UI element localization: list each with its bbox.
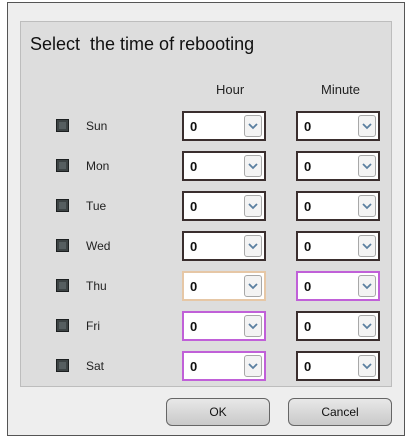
cancel-button[interactable]: Cancel bbox=[288, 398, 392, 426]
minute-select[interactable]: 0 bbox=[296, 231, 380, 261]
minute-value: 0 bbox=[304, 359, 312, 374]
chevron-down-icon[interactable] bbox=[358, 155, 376, 177]
checkbox-icon[interactable] bbox=[56, 239, 69, 252]
chevron-down-icon[interactable] bbox=[358, 275, 376, 297]
hour-value: 0 bbox=[190, 279, 198, 294]
day-label: Wed bbox=[86, 239, 111, 253]
hour-select[interactable]: 0 bbox=[182, 151, 266, 181]
minute-select[interactable]: 0 bbox=[296, 271, 380, 301]
hour-value: 0 bbox=[190, 119, 198, 134]
chevron-down-icon[interactable] bbox=[244, 315, 262, 337]
hour-select[interactable]: 0 bbox=[182, 231, 266, 261]
minute-value: 0 bbox=[304, 239, 312, 254]
day-label: Sat bbox=[86, 359, 105, 373]
day-label: Sun bbox=[86, 119, 108, 133]
minute-select[interactable]: 0 bbox=[296, 151, 380, 181]
schedule-row-sun: Sun 0 0 bbox=[0, 111, 398, 141]
minute-select[interactable]: 0 bbox=[296, 351, 380, 381]
checkbox-icon[interactable] bbox=[56, 359, 69, 372]
checkbox-icon[interactable] bbox=[56, 159, 69, 172]
hour-select[interactable]: 0 bbox=[182, 191, 266, 221]
chevron-down-icon[interactable] bbox=[244, 275, 262, 297]
checkbox-icon[interactable] bbox=[56, 279, 69, 292]
day-label: Thu bbox=[86, 279, 107, 293]
dialog-title: Select the time of rebooting bbox=[30, 34, 255, 54]
minute-column-header: Minute bbox=[321, 82, 361, 97]
chevron-down-icon[interactable] bbox=[244, 195, 262, 217]
checkbox-icon[interactable] bbox=[56, 119, 69, 132]
day-label: Tue bbox=[86, 199, 107, 213]
checkbox-icon[interactable] bbox=[56, 319, 69, 332]
hour-value: 0 bbox=[190, 159, 198, 174]
chevron-down-icon[interactable] bbox=[358, 355, 376, 377]
schedule-row-tue: Tue 0 0 bbox=[0, 191, 398, 221]
minute-value: 0 bbox=[304, 279, 312, 294]
minute-value: 0 bbox=[304, 199, 312, 214]
schedule-row-fri: Fri 0 0 bbox=[0, 311, 398, 341]
hour-value: 0 bbox=[190, 319, 198, 334]
schedule-row-sat: Sat 0 0 bbox=[0, 351, 398, 381]
hour-value: 0 bbox=[190, 239, 198, 254]
schedule-row-mon: Mon 0 0 bbox=[0, 151, 398, 181]
minute-select[interactable]: 0 bbox=[296, 311, 380, 341]
minute-select[interactable]: 0 bbox=[296, 111, 380, 141]
hour-column-header: Hour bbox=[216, 82, 245, 97]
minute-select[interactable]: 0 bbox=[296, 191, 380, 221]
schedule-row-thu: Thu 0 0 bbox=[0, 271, 398, 301]
chevron-down-icon[interactable] bbox=[358, 195, 376, 217]
hour-select[interactable]: 0 bbox=[182, 271, 266, 301]
chevron-down-icon[interactable] bbox=[358, 315, 376, 337]
hour-value: 0 bbox=[190, 199, 198, 214]
checkbox-icon[interactable] bbox=[56, 199, 69, 212]
hour-select[interactable]: 0 bbox=[182, 111, 266, 141]
minute-value: 0 bbox=[304, 319, 312, 334]
schedule-row-wed: Wed 0 0 bbox=[0, 231, 398, 261]
hour-select[interactable]: 0 bbox=[182, 311, 266, 341]
hour-select[interactable]: 0 bbox=[182, 351, 266, 381]
chevron-down-icon[interactable] bbox=[244, 155, 262, 177]
day-label: Fri bbox=[86, 319, 100, 333]
ok-button[interactable]: OK bbox=[166, 398, 270, 426]
day-label: Mon bbox=[86, 159, 110, 173]
chevron-down-icon[interactable] bbox=[244, 355, 262, 377]
minute-value: 0 bbox=[304, 159, 312, 174]
chevron-down-icon[interactable] bbox=[244, 115, 262, 137]
chevron-down-icon[interactable] bbox=[358, 115, 376, 137]
hour-value: 0 bbox=[190, 359, 198, 374]
minute-value: 0 bbox=[304, 119, 312, 134]
chevron-down-icon[interactable] bbox=[244, 235, 262, 257]
chevron-down-icon[interactable] bbox=[358, 235, 376, 257]
